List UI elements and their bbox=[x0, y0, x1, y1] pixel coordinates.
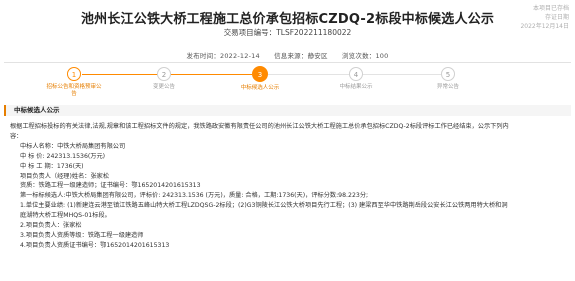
meta-bar: 发布时间：2022-12-14 信息来源：静安区 浏览次数：100 bbox=[0, 50, 575, 60]
first-candidate: 第一标标候选人:中铁大桥局集团有限公司，评标价: 242313.1536 (万元… bbox=[20, 192, 369, 200]
archive-stamp: 本项目已存档 存证日期 2022年12月14日 bbox=[520, 4, 569, 31]
project-code: 交易项目编号：TLSF202211180022 bbox=[0, 27, 575, 38]
stamp-line: 存证日期 bbox=[544, 14, 569, 21]
announcement-body: 根据工程招标投标的有关法律,法规,规章和该工程招标文件的规定，我铁路政安徽有限责… bbox=[10, 122, 567, 251]
winner-price: 中 标 价: 242313.1536(万元) bbox=[20, 152, 106, 160]
step-connector bbox=[268, 74, 352, 75]
winner-period: 中 标 工 期：1736(天) bbox=[20, 162, 84, 170]
step-change-notice[interactable]: 2 变更公告 bbox=[129, 67, 199, 91]
progress-steps: 1 招标公告和资格预审公 告 2 变更公告 3 中标候选人公示 4 中标结果公示… bbox=[46, 66, 460, 101]
step-candidate-notice[interactable]: 3 中标候选人公示 bbox=[225, 66, 295, 92]
publish-time: 发布时间：2022-12-14 bbox=[186, 52, 260, 60]
step-connector bbox=[82, 74, 160, 75]
step-label: 中标候选人公示 bbox=[240, 85, 280, 91]
step-tender-notice[interactable]: 1 招标公告和资格预审公 告 bbox=[39, 67, 109, 98]
step-label: 招标公告和资格预审公 告 bbox=[39, 84, 109, 98]
project-code-value: TLSF202211180022 bbox=[276, 28, 352, 37]
step-label-line: 招标公告和资格预审公 bbox=[46, 84, 102, 90]
winner-name: 中标人名称：中铁大桥局集团有限公司 bbox=[20, 142, 126, 150]
step-number: 2 bbox=[157, 67, 171, 81]
step-number: 1 bbox=[67, 67, 81, 81]
step-number: 4 bbox=[349, 67, 363, 81]
step-label: 中标结果公示 bbox=[339, 84, 373, 90]
step-connector bbox=[168, 74, 252, 75]
info-source: 信息来源：静安区 bbox=[274, 52, 328, 60]
candidate-manager-level: 3.项目负责人资质等级：铁路工程一级建造师 bbox=[20, 231, 144, 239]
candidate-manager: 2.项目负责人：张家松 bbox=[20, 222, 82, 230]
step-label: 变更公告 bbox=[152, 84, 175, 90]
stamp-line: 本项目已存档 bbox=[532, 5, 569, 12]
project-manager: 项目负责人（经理)姓名：张家松 bbox=[20, 172, 110, 180]
stamp-line: 2022年12月14日 bbox=[520, 23, 569, 30]
step-number: 5 bbox=[441, 67, 455, 81]
manager-qualification: 资质：铁路工程一级建造师；证书编号：鄂1652014201615313 bbox=[20, 182, 201, 190]
candidate-performance: 1.单位主要业绩: (1)新建连云港至镇江铁路五峰山特大桥工程LZDQSG-2标… bbox=[20, 202, 508, 210]
project-code-label: 交易项目编号： bbox=[223, 28, 277, 37]
page-title: 池州长江公铁大桥工程施工总价承包招标CZDQ-2标段中标候选人公示 bbox=[80, 12, 495, 27]
step-connector bbox=[360, 74, 444, 75]
divider bbox=[4, 62, 571, 63]
candidate-performance-cont: 庭湖特大桥工程MHQS-01标段。 bbox=[20, 212, 111, 220]
view-count: 浏览次数：100 bbox=[341, 52, 389, 60]
step-label-line: 告 bbox=[71, 91, 77, 97]
candidate-manager-cert: 4.项目负责人资质证书编号：鄂1652014201615313 bbox=[20, 241, 170, 249]
section-header: 中标候选人公示 bbox=[4, 105, 571, 116]
step-exception-notice[interactable]: 5 异常公告 bbox=[413, 67, 483, 91]
step-result-notice[interactable]: 4 中标结果公示 bbox=[321, 67, 391, 91]
step-label: 异常公告 bbox=[436, 84, 459, 90]
intro-text-cont: 容： bbox=[10, 132, 23, 140]
step-number: 3 bbox=[252, 66, 268, 82]
intro-text: 根据工程招标投标的有关法律,法规,规章和该工程招标文件的规定，我铁路政安徽有限责… bbox=[10, 123, 509, 130]
